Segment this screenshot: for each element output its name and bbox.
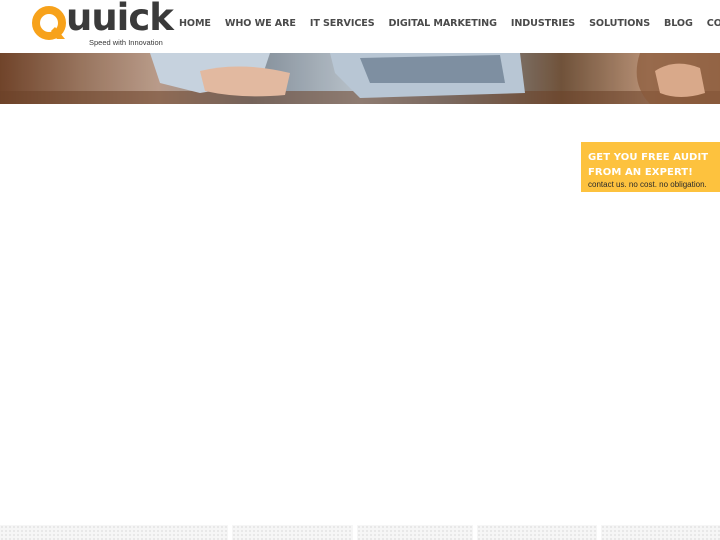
main-nav: HOME WHO WE ARE IT SERVICES DIGITAL MARK… bbox=[179, 18, 720, 29]
promo-title-line-1: GET YOU FREE AUDIT bbox=[588, 152, 709, 163]
footer-strip-5 bbox=[601, 525, 720, 540]
footer-strip-1 bbox=[0, 525, 228, 540]
nav-item-who-we-are[interactable]: WHO WE ARE bbox=[225, 18, 296, 29]
nav-item-home[interactable]: HOME bbox=[179, 18, 211, 29]
hero-photo bbox=[0, 53, 720, 104]
logo-tagline: Speed with Innovation bbox=[89, 38, 163, 47]
nav-item-industries[interactable]: INDUSTRIES bbox=[511, 18, 575, 29]
nav-item-contact[interactable]: CONTACT bbox=[707, 18, 720, 29]
promo-subtitle: contact us. no cost. no obligation. bbox=[588, 180, 707, 189]
nav-item-blog[interactable]: BLOG bbox=[664, 18, 693, 29]
promo-title-line-2: FROM AN EXPERT! bbox=[588, 167, 693, 178]
logo-q-icon bbox=[32, 6, 66, 40]
nav-item-digital-marketing[interactable]: DIGITAL MARKETING bbox=[389, 18, 497, 29]
site-header: uuick Speed with Innovation HOME WHO WE … bbox=[0, 0, 720, 53]
free-audit-promo[interactable]: GET YOU FREE AUDIT FROM AN EXPERT! conta… bbox=[581, 142, 720, 192]
site-logo[interactable]: uuick Speed with Innovation bbox=[31, 0, 174, 49]
nav-item-solutions[interactable]: SOLUTIONS bbox=[589, 18, 650, 29]
nav-item-it-services[interactable]: IT SERVICES bbox=[310, 18, 375, 29]
hero-banner-image bbox=[0, 53, 720, 104]
footer-strip-2 bbox=[232, 525, 353, 540]
footer-strip-3 bbox=[357, 525, 473, 540]
footer-strip-4 bbox=[477, 525, 597, 540]
logo-wordmark: uuick bbox=[66, 0, 174, 39]
